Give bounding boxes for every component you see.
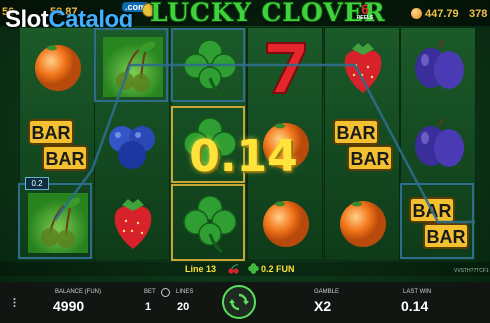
lines-value[interactable]: 20 [177,301,189,313]
line-win-fun: 0.2 FUN [261,264,295,274]
last-win-value: 0.14 [401,298,429,314]
gamble-label: GAMBLE [314,289,340,295]
game-screen: 56 59.87 SlotCatalog .com LUCKY CLOVER 6… [0,0,490,323]
lines-label: LINES [176,289,194,295]
line-win-box: 0.2 [25,177,49,190]
last-win-label: LAST WIN [403,289,432,295]
balance-value: 4990 [53,298,85,314]
info-strip [0,262,490,276]
clover-icon [248,263,259,274]
version-text: VVSTH?7TCF1 [454,268,489,274]
spin-button[interactable] [222,285,256,319]
bet-label: BET [144,289,156,295]
balance-label: BALANCE (FUN) [55,289,102,295]
bet-toggle-icon[interactable] [161,288,170,297]
bet-value[interactable]: 1 [145,301,151,313]
cherry-icon [228,264,239,274]
line-info: Line 13 [185,264,217,274]
win-amount: 0.14 [189,131,298,182]
spin-arrows-icon [229,293,249,311]
gamble-button[interactable]: X2 [314,298,331,314]
menu-dots-icon[interactable] [13,298,16,307]
